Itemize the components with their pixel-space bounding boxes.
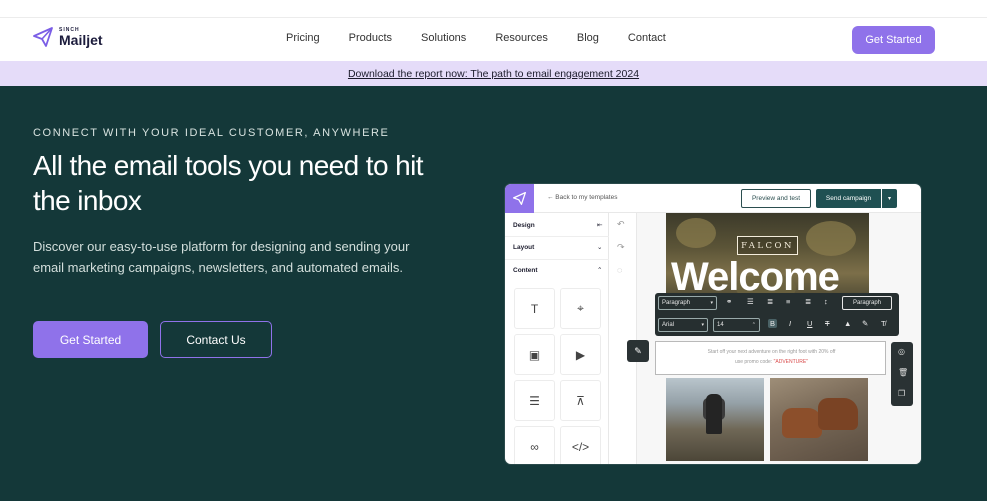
browser-top-strip	[0, 0, 987, 18]
email-brand-logo: FALCON	[737, 236, 798, 255]
editor-topbar: ← Back to my templates Preview and test …	[534, 184, 921, 213]
bold-icon[interactable]: B	[768, 319, 778, 328]
text-block-icon[interactable]: T	[514, 288, 555, 329]
hero-headline: All the email tools you need to hit the …	[33, 150, 424, 216]
sidebar-layout[interactable]: Layout	[513, 244, 534, 251]
nav-solutions[interactable]: Solutions	[421, 32, 466, 44]
sidebar-content[interactable]: Content	[513, 267, 538, 274]
editor-sidebar: Design ⇤ Layout ⌄ Content ⌃ T ⌖ ▣ ▶ ☰ ⊼ …	[505, 213, 609, 464]
email-hero-image: FALCON Welcome	[666, 213, 869, 299]
hero-subtext: Discover our easy-to-use platform for de…	[33, 239, 410, 275]
underline-icon[interactable]: U	[807, 319, 812, 328]
columns-block-icon[interactable]: ☰	[514, 380, 555, 421]
image-block-icon[interactable]: ▣	[514, 334, 555, 375]
nav-contact[interactable]: Contact	[628, 32, 666, 44]
bullet-list-icon[interactable]: ☰	[747, 297, 754, 306]
align-left-icon[interactable]: ≡	[786, 297, 790, 306]
link-icon[interactable]: ⚭	[726, 297, 732, 306]
back-to-templates-link[interactable]: ← Back to my templates	[547, 194, 617, 201]
text-format-toolbar: Paragraph ▾ ⚭ ☰ ≣ ≡ ≣ ↕ Paragraph Arial ▾ …	[655, 293, 899, 336]
chevron-down-icon[interactable]: ▾	[882, 189, 897, 208]
duplicate-icon[interactable]: ❐	[898, 389, 905, 398]
font-family-select[interactable]: Arial ▾	[658, 318, 708, 332]
button-block-icon[interactable]: ⌖	[560, 288, 601, 329]
nav-blog[interactable]: Blog	[577, 32, 599, 44]
highlight-icon[interactable]: ✎	[862, 319, 868, 328]
email-text-block[interactable]: Start off your next adventure on the rig…	[655, 341, 886, 375]
promo-code: "ADVENTURE"	[773, 359, 809, 365]
email-hiker-photo	[666, 378, 764, 461]
edit-pencil-icon[interactable]: ✎	[627, 340, 649, 362]
mailjet-logo[interactable]: SINCH Mailjet	[33, 27, 103, 47]
email-welcome-heading: Welcome	[671, 255, 840, 299]
main-nav: Pricing Products Solutions Resources Blo…	[286, 32, 695, 44]
code-block-icon[interactable]: </>	[560, 426, 601, 464]
paper-plane-icon	[33, 27, 53, 47]
clear-format-icon[interactable]: T̸	[881, 319, 886, 328]
text-color-icon[interactable]: ▲	[844, 319, 851, 328]
hero-get-started-button[interactable]: Get Started	[33, 321, 148, 358]
video-block-icon[interactable]: ▶	[560, 334, 601, 375]
hero-eyebrow: CONNECT WITH YOUR IDEAL CUSTOMER, ANYWHE…	[33, 127, 390, 139]
font-size-select[interactable]: 14 ⌃	[713, 318, 760, 332]
logo-mailjet-text: Mailjet	[59, 31, 103, 48]
email-boots-photo	[770, 378, 868, 461]
italic-icon[interactable]: I	[789, 319, 791, 328]
report-download-link[interactable]: Download the report now: The path to ema…	[348, 68, 639, 80]
comment-icon[interactable]: ◎	[898, 347, 905, 356]
email-body-line2: use promo code: "ADVENTURE"	[734, 359, 809, 365]
numbered-list-icon[interactable]: ≣	[767, 297, 773, 306]
strikethrough-icon[interactable]: T	[825, 319, 830, 328]
divider-block-icon[interactable]: ⊼	[560, 380, 601, 421]
nav-pricing[interactable]: Pricing	[286, 32, 320, 44]
collapse-panel-icon[interactable]: ⇤	[597, 221, 602, 229]
block-type-button[interactable]: Paragraph	[842, 296, 892, 310]
header-get-started-button[interactable]: Get Started	[852, 26, 935, 54]
announcement-banner: Download the report now: The path to ema…	[0, 61, 987, 86]
editor-tool-rail: ↶ ↷ ◌	[609, 213, 637, 464]
preview-and-test-button[interactable]: Preview and test	[741, 189, 811, 208]
nav-products[interactable]: Products	[349, 32, 392, 44]
line-height-icon[interactable]: ↕	[824, 297, 828, 306]
email-body-line1: Start off your next adventure on the rig…	[707, 349, 836, 355]
paper-plane-icon	[513, 192, 526, 205]
redo-icon[interactable]: ↷	[617, 242, 625, 253]
send-campaign-button[interactable]: Send campaign	[816, 189, 881, 208]
paragraph-style-select[interactable]: Paragraph ▾	[658, 296, 717, 310]
undo-icon[interactable]: ↶	[617, 219, 625, 230]
comment-icon[interactable]: ◌	[617, 265, 622, 275]
contact-us-button[interactable]: Contact Us	[160, 321, 272, 358]
chevron-down-icon[interactable]: ⌄	[597, 243, 602, 251]
sidebar-design[interactable]: Design	[513, 222, 535, 229]
trash-icon[interactable]: 🗑	[898, 368, 908, 377]
nav-resources[interactable]: Resources	[495, 32, 548, 44]
social-block-icon[interactable]: ∞	[514, 426, 555, 464]
chevron-up-icon[interactable]: ⌃	[597, 266, 602, 274]
editor-logo	[505, 184, 534, 213]
align-icon[interactable]: ≣	[805, 297, 811, 306]
site-header: SINCH Mailjet Pricing Products Solutions…	[0, 18, 987, 61]
block-actions-rail: ◎ 🗑 ❐	[891, 342, 913, 406]
